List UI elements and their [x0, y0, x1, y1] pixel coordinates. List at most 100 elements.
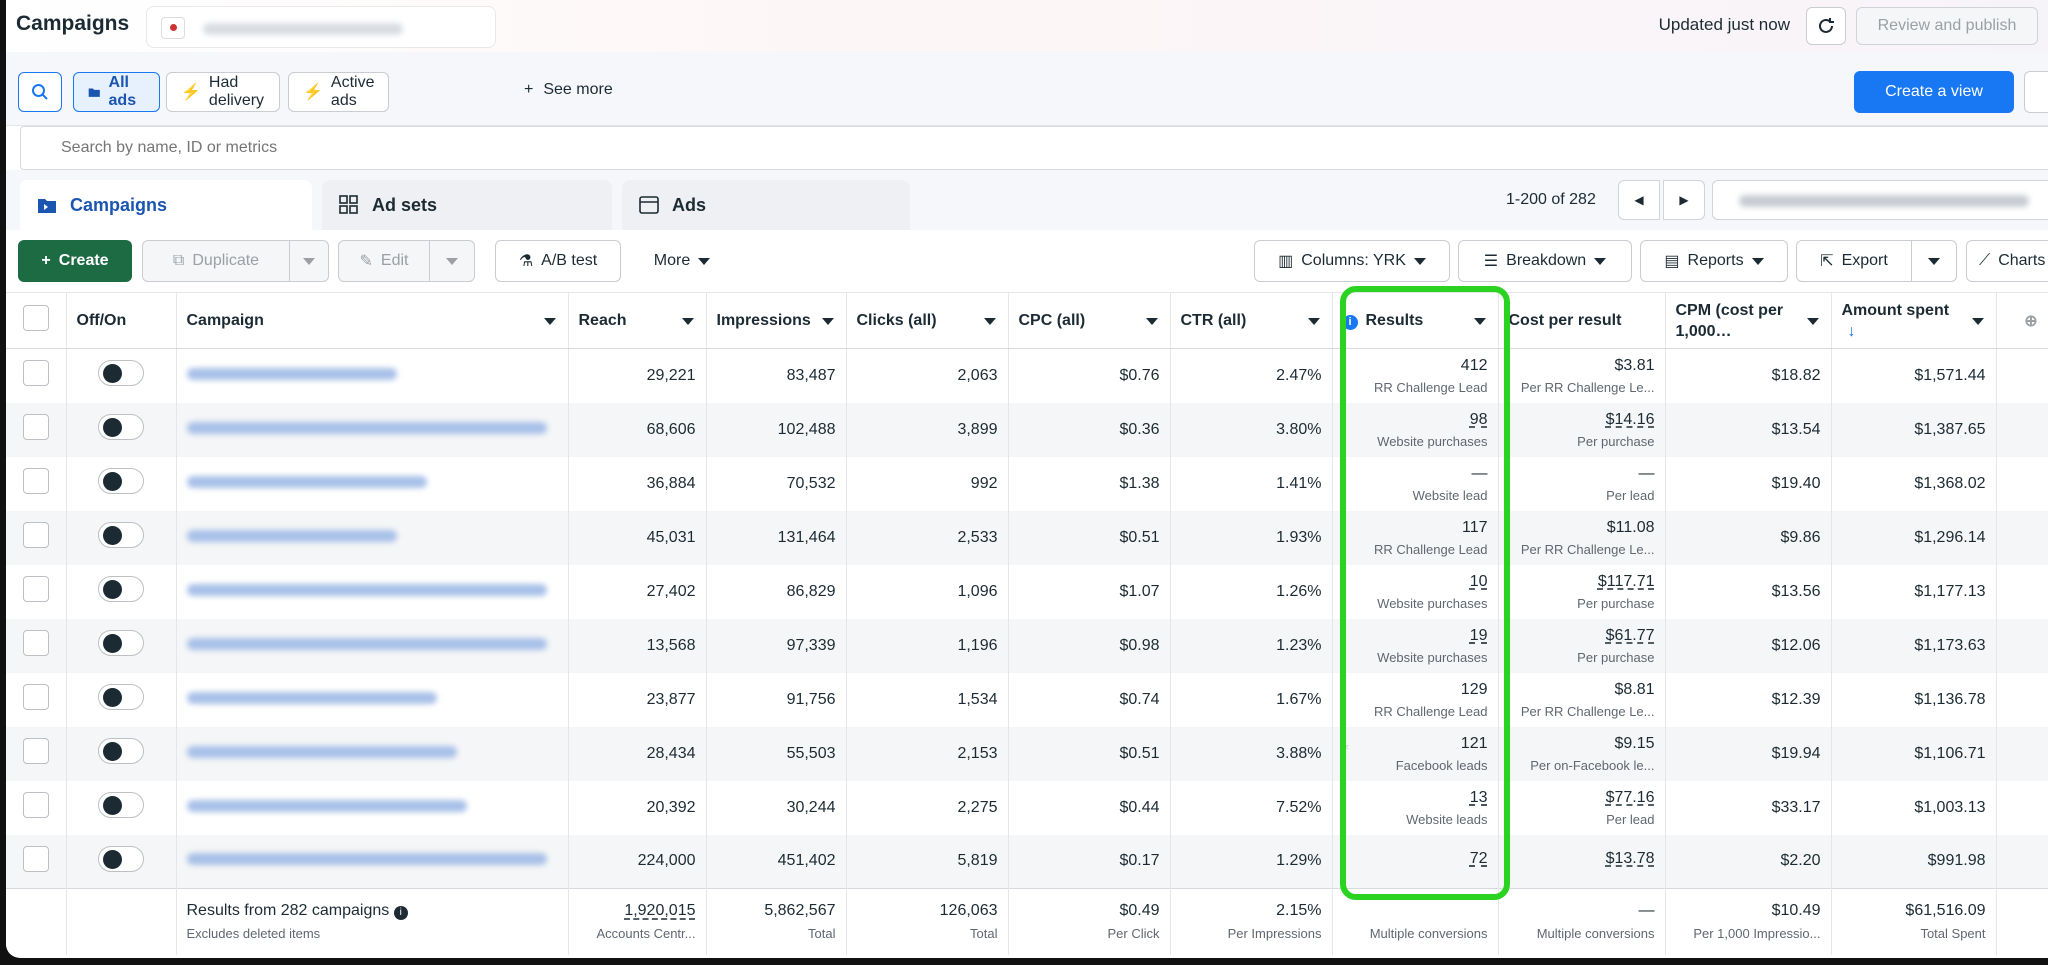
header-results[interactable]: i Results	[1332, 292, 1499, 349]
create-view-button[interactable]: Create a view	[1854, 71, 2014, 113]
header-ctr[interactable]: CTR (all)	[1170, 292, 1333, 349]
header-campaign[interactable]: Campaign	[176, 292, 569, 349]
campaign-name-redacted[interactable]	[186, 475, 427, 488]
table-row[interactable]: 13,568 97,339 1,196 $0.98 1.23% 19 Website pur…	[6, 618, 2048, 673]
campaign-name-redacted[interactable]	[186, 745, 457, 758]
results-value[interactable]: 10	[1470, 573, 1488, 590]
campaign-name-cell[interactable]	[176, 348, 569, 403]
info-icon[interactable]: i	[393, 906, 408, 921]
campaign-toggle[interactable]	[98, 630, 144, 656]
results-value[interactable]: 98	[1470, 411, 1488, 428]
row-checkbox[interactable]	[22, 684, 49, 710]
campaign-name-cell[interactable]	[176, 618, 569, 673]
row-checkbox[interactable]	[22, 522, 49, 548]
cost-per-result-value[interactable]: $61.77	[1606, 627, 1655, 644]
active-ads-filter[interactable]: ⚡ Active ads	[288, 72, 389, 112]
campaign-name-redacted[interactable]	[186, 583, 547, 596]
review-and-publish-button[interactable]: Review and publish	[1856, 7, 2038, 45]
add-column-header[interactable]: ⊕	[1996, 292, 2048, 349]
ab-test-button[interactable]: ⚗ A/B test	[495, 240, 621, 282]
campaign-name-cell[interactable]	[176, 510, 569, 565]
more-button[interactable]: More	[636, 240, 728, 282]
create-button[interactable]: + Create	[18, 240, 132, 282]
cost-per-result-value[interactable]: $117.71	[1598, 573, 1655, 590]
table-row[interactable]: 224,000 451,402 5,819 $0.17 1.29% 72 $13.78 $2.…	[6, 834, 2048, 889]
all-ads-filter[interactable]: All ads	[73, 72, 160, 112]
campaign-name-cell[interactable]	[176, 726, 569, 781]
table-row[interactable]: 45,031 131,464 2,533 $0.51 1.93% 117 RR Challe…	[6, 510, 2048, 565]
campaign-name-cell[interactable]	[176, 456, 569, 511]
campaign-name-redacted[interactable]	[186, 853, 547, 866]
account-selector[interactable]	[146, 6, 496, 48]
search-input[interactable]	[21, 127, 2048, 169]
row-checkbox[interactable]	[22, 845, 49, 872]
campaign-name-cell[interactable]	[176, 564, 569, 619]
campaign-name-cell[interactable]	[176, 834, 569, 889]
campaign-name-redacted[interactable]	[186, 421, 547, 434]
row-checkbox[interactable]	[22, 360, 49, 387]
tab-campaigns[interactable]: Campaigns	[20, 180, 312, 230]
campaign-name-redacted[interactable]	[186, 529, 397, 542]
header-amount-spent[interactable]: Amount spent ↓	[1831, 292, 1997, 349]
row-checkbox[interactable]	[22, 468, 49, 494]
tab-ads[interactable]: Ads	[622, 180, 910, 230]
previous-page-button[interactable]: ◀	[1618, 180, 1660, 220]
campaign-toggle[interactable]	[98, 468, 144, 494]
refresh-button[interactable]	[1806, 7, 1846, 45]
campaign-toggle[interactable]	[98, 522, 144, 548]
table-row[interactable]: 28,434 55,503 2,153 $0.51 3.88% ⤓ 121 Facebook …	[6, 726, 2048, 781]
duplicate-dropdown[interactable]	[289, 240, 329, 282]
table-row[interactable]: 27,402 86,829 1,096 $1.07 1.26% 10 Website pur…	[6, 564, 2048, 619]
search-toggle-button[interactable]	[18, 72, 62, 112]
duplicate-button[interactable]: ⧉ Duplicate	[142, 240, 290, 282]
reports-button[interactable]: ▤ Reports	[1640, 240, 1788, 282]
table-row[interactable]: 23,877 91,756 1,534 $0.74 1.67% 129 RR Challen…	[6, 672, 2048, 727]
header-reach[interactable]: Reach	[568, 292, 707, 349]
summary-reach-value[interactable]: 1,920,015	[579, 902, 695, 920]
row-checkbox[interactable]	[22, 414, 49, 440]
table-row[interactable]: 36,884 70,532 992 $1.38 1.41% — Website lead — P…	[6, 456, 2048, 511]
header-cost-per-result[interactable]: Cost per result	[1498, 292, 1666, 349]
row-checkbox[interactable]	[22, 792, 49, 818]
edit-button[interactable]: ✎ Edit	[338, 240, 430, 282]
cost-per-result-value[interactable]: $13.78	[1606, 850, 1655, 867]
campaign-name-redacted[interactable]	[186, 799, 467, 812]
campaign-toggle[interactable]	[98, 738, 144, 764]
campaign-toggle[interactable]	[98, 576, 144, 602]
row-checkbox[interactable]	[22, 630, 49, 656]
header-impressions[interactable]: Impressions	[706, 292, 847, 349]
table-row[interactable]: 68,606 102,488 3,899 $0.36 3.80% 98 Website pu…	[6, 402, 2048, 457]
cost-per-result-value[interactable]: $14.16	[1606, 411, 1655, 428]
table-row[interactable]: 29,221 83,487 2,063 $0.76 2.47% 412 RR Challen…	[6, 348, 2048, 403]
table-row[interactable]: 20,392 30,244 2,275 $0.44 7.52% 13 Website lea…	[6, 780, 2048, 835]
results-value[interactable]: 13	[1470, 789, 1488, 806]
results-value[interactable]: 19	[1470, 627, 1488, 644]
see-more-filters[interactable]: + See more	[524, 81, 613, 99]
view-options-button[interactable]	[2024, 71, 2048, 113]
campaign-toggle[interactable]	[98, 792, 144, 818]
campaign-toggle[interactable]	[98, 845, 144, 872]
campaign-toggle[interactable]	[98, 684, 144, 710]
export-dropdown[interactable]	[1911, 240, 1957, 282]
campaign-name-cell[interactable]	[176, 402, 569, 457]
row-checkbox[interactable]	[22, 738, 49, 764]
date-range-picker[interactable]	[1712, 180, 2048, 220]
info-icon[interactable]: i	[1342, 314, 1358, 330]
header-cpm[interactable]: CPM (cost per 1,000…	[1665, 292, 1832, 349]
edit-dropdown[interactable]	[429, 240, 475, 282]
campaign-name-cell[interactable]	[176, 780, 569, 835]
campaign-name-redacted[interactable]	[186, 367, 397, 380]
charts-button[interactable]: ⟋ Charts	[1966, 240, 2048, 282]
header-cpc[interactable]: CPC (all)	[1008, 292, 1171, 349]
tab-ad-sets[interactable]: Ad sets	[322, 180, 612, 230]
row-checkbox[interactable]	[22, 576, 49, 602]
campaign-name-redacted[interactable]	[186, 691, 437, 704]
header-clicks[interactable]: Clicks (all)	[846, 292, 1009, 349]
results-value[interactable]: 72	[1470, 850, 1488, 867]
select-all-checkbox[interactable]	[22, 305, 49, 331]
header-off-on[interactable]: Off/On	[66, 292, 177, 349]
export-button[interactable]: ⇱ Export	[1796, 240, 1912, 282]
breakdown-button[interactable]: ☰ Breakdown	[1458, 240, 1632, 282]
campaign-name-redacted[interactable]	[186, 637, 547, 650]
campaign-toggle[interactable]	[98, 360, 144, 387]
